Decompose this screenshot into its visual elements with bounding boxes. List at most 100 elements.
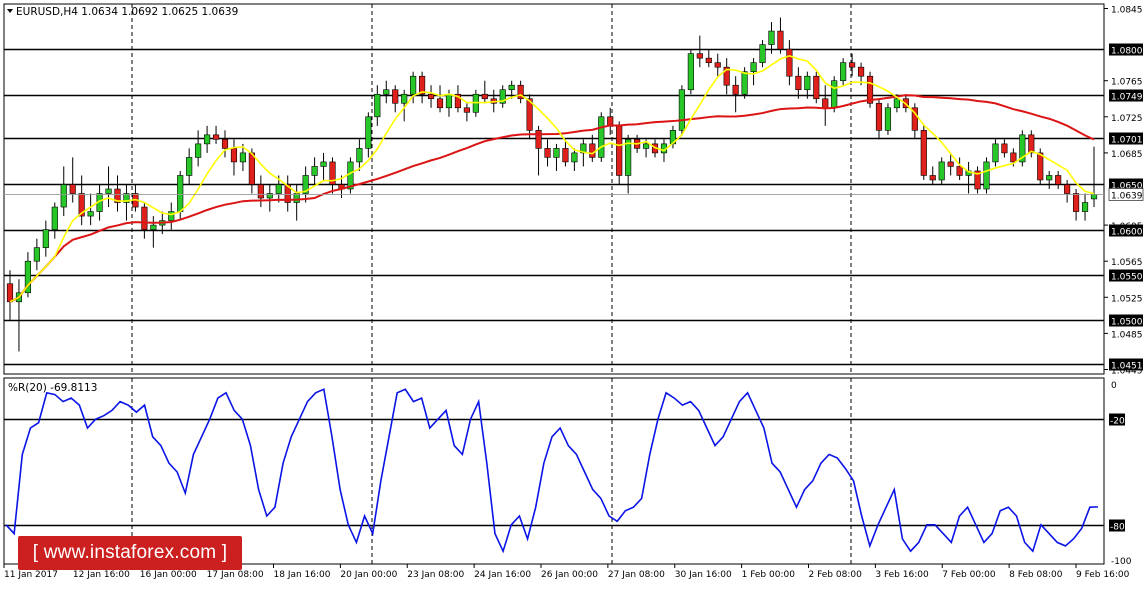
price-level-label: 1.0749: [1111, 93, 1143, 103]
candle-body: [60, 184, 67, 208]
candle-body: [1037, 152, 1044, 181]
candle-body: [1001, 143, 1008, 154]
price-axis-tick-label: 1.0845: [1111, 6, 1143, 16]
bullish-candle: [983, 157, 990, 194]
candle-body: [204, 134, 211, 145]
candle-body: [463, 107, 470, 113]
candle-body: [275, 184, 282, 194]
bearish-candle: [866, 71, 874, 108]
candle-body: [992, 143, 999, 163]
wpr-level-label: -80: [1110, 523, 1125, 533]
price-axis-tick-label: 1.0565: [1111, 258, 1143, 268]
bullish-candle: [884, 103, 892, 135]
time-axis-tick-label: 11 Jan 2017: [4, 570, 58, 580]
candle-body: [445, 93, 453, 109]
candle-body: [320, 161, 327, 167]
price-level-labels: 1.08001.07491.07011.06501.06001.05501.05…: [1109, 43, 1143, 372]
candle-body: [920, 130, 927, 176]
bullish-candle: [347, 157, 354, 194]
candle-body: [168, 211, 175, 221]
candle-body: [714, 62, 721, 68]
candle-body: [938, 161, 945, 181]
candle-body: [1055, 175, 1062, 185]
time-axis-tick-label: 20 Jan 00:00: [340, 570, 397, 580]
price-axis-tick-label: 1.0525: [1111, 294, 1143, 304]
trading-chart[interactable]: 1.08451.07651.07251.06851.06051.05651.05…: [0, 0, 1147, 585]
bearish-candle: [920, 125, 927, 180]
candle-body: [849, 62, 856, 68]
candle-body: [929, 175, 936, 181]
bearish-candle: [616, 121, 623, 185]
price-axis-tick-label: 1.0485: [1111, 330, 1143, 340]
candle-body: [732, 84, 739, 95]
candle-body: [831, 80, 838, 109]
candle-body: [777, 30, 784, 50]
candle-body: [356, 148, 363, 163]
wpr-axis-ticks: -20 -80 0 -100: [1109, 381, 1132, 567]
candle-body: [616, 125, 623, 176]
candle-body: [221, 139, 229, 149]
candle-body: [642, 143, 650, 149]
candle-body: [741, 71, 748, 95]
time-axis-tick-label: 30 Jan 16:00: [675, 570, 732, 580]
price-panel-frame: [3, 3, 1105, 375]
candle-body: [822, 98, 829, 109]
candle-body: [795, 75, 802, 91]
price-level-label: 1.0600: [1111, 228, 1143, 238]
candle-body: [759, 44, 766, 63]
candle-body: [598, 116, 605, 158]
watermark-text: [ www.instaforex.com ]: [32, 542, 228, 563]
candle-body: [678, 89, 685, 131]
wpr-axis-tick-label: 0: [1111, 381, 1117, 391]
time-axis-tick-label: 17 Jan 08:00: [207, 570, 264, 580]
time-axis-tick-label: 24 Jan 16:00: [474, 570, 531, 580]
candle-body: [392, 89, 399, 104]
price-axis-tick-label: 1.0685: [1111, 150, 1143, 160]
indicator-header: %R(20) -69.8113: [8, 382, 97, 394]
candle-body: [481, 93, 488, 100]
time-axis-tick-label: 9 Feb 16:00: [1076, 570, 1130, 580]
candle-body: [1090, 194, 1098, 200]
candle-body: [544, 148, 551, 158]
candle-body: [427, 93, 435, 100]
candle-body: [141, 206, 148, 230]
candle-body: [365, 116, 372, 149]
candle-body: [1064, 184, 1071, 194]
price-level-label: 1.0451: [1111, 362, 1143, 372]
candle-body: [625, 139, 632, 176]
candle-body: [696, 53, 703, 59]
bearish-candle: [813, 71, 820, 104]
time-axis-tick-label: 3 Feb 16:00: [875, 570, 929, 580]
time-axis-tick-label: 27 Jan 08:00: [608, 570, 665, 580]
candle-body: [705, 57, 712, 63]
candle-body: [1046, 175, 1053, 181]
time-axis-tick-label: 1 Feb 00:00: [742, 570, 796, 580]
candle-body: [293, 193, 300, 203]
candle-body: [553, 148, 560, 158]
price-axis-tick-label: 1.0765: [1111, 78, 1143, 88]
bullish-candle: [687, 49, 694, 95]
candle-body: [6, 283, 14, 303]
candle-body: [750, 62, 757, 72]
candle-body: [983, 161, 990, 190]
chart-canvas[interactable]: 1.08451.07651.07251.06851.06051.05651.05…: [0, 0, 1147, 585]
price-level-label: 1.0550: [1111, 273, 1143, 283]
price-axis-tick-label: 1.0725: [1111, 114, 1143, 124]
candle-body: [875, 102, 883, 131]
candle-body: [768, 30, 775, 45]
candle-body: [177, 175, 184, 212]
candle-body: [687, 53, 694, 91]
candle-body: [813, 75, 820, 100]
candle-body: [562, 148, 569, 163]
candle-body: [195, 143, 202, 158]
candle-body: [535, 130, 542, 149]
candle-body: [248, 152, 255, 185]
candle-body: [257, 184, 264, 199]
time-axis-tick-label: 23 Jan 08:00: [407, 570, 464, 580]
candle-body: [33, 247, 40, 262]
candle-body: [857, 66, 865, 77]
symbol-header: EURUSD,H4 1.0634 1.0692 1.0625 1.0639: [16, 6, 238, 18]
candle-body: [87, 211, 94, 217]
time-axis-tick-label: 2 Feb 08:00: [809, 570, 863, 580]
candle-body: [69, 184, 76, 194]
